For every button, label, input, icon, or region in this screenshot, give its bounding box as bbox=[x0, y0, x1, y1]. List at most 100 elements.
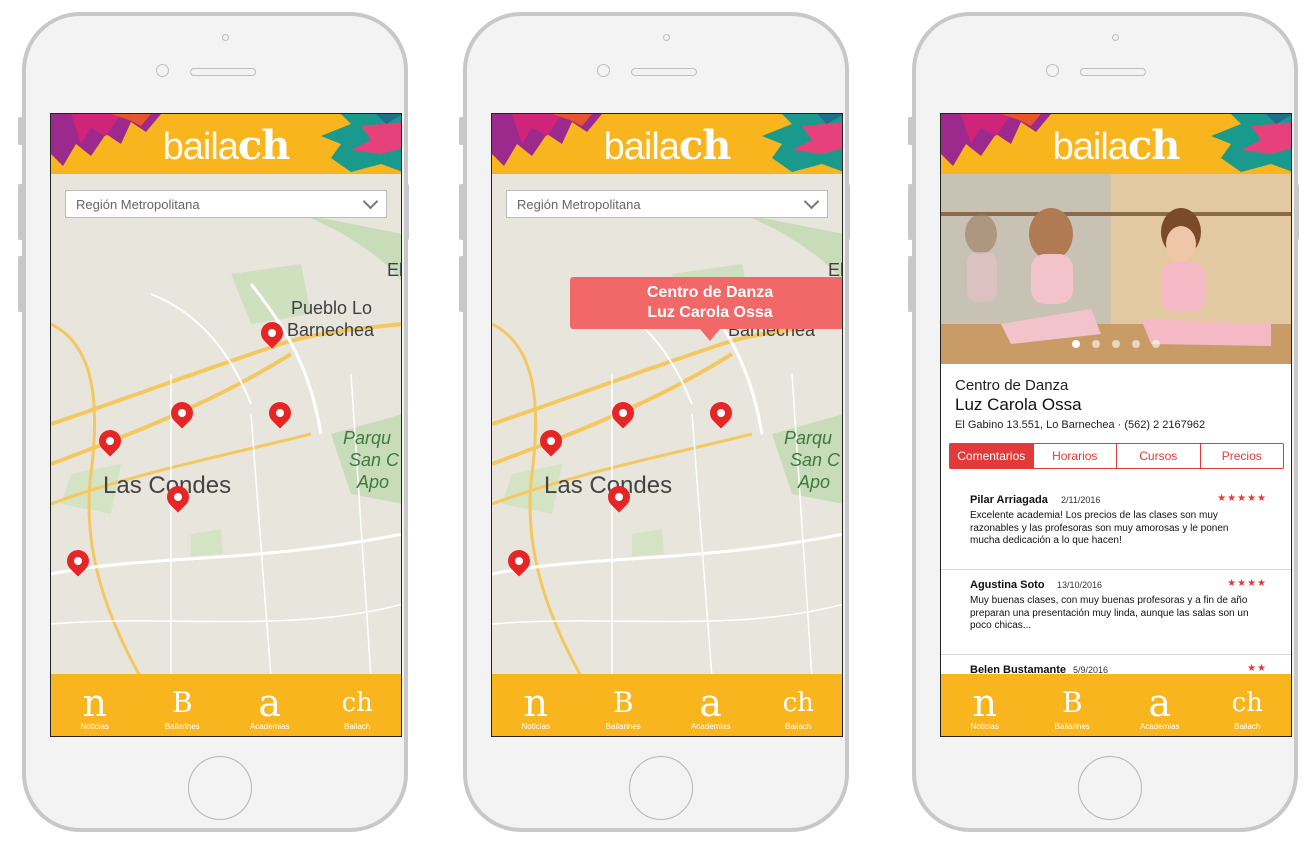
academy-photo-carousel[interactable] bbox=[941, 174, 1291, 364]
tab-label: Noticias bbox=[521, 722, 550, 731]
tooltip-line2: Luz Carola Ossa bbox=[647, 304, 773, 321]
tab-academias[interactable]: a Academias bbox=[1116, 674, 1204, 736]
bottom-tab-bar: n Noticias B Bailarines a Academias ch Baila… bbox=[941, 674, 1291, 736]
proximity-sensor bbox=[222, 34, 229, 41]
phone-frame: bailach bbox=[912, 12, 1298, 832]
screen: bailach bbox=[491, 113, 843, 737]
home-button[interactable] bbox=[1078, 756, 1142, 820]
review-text: Excelente academia! Los precios de las c… bbox=[970, 510, 1229, 546]
academy-tooltip[interactable]: Centro de Danza Luz Carola Ossa bbox=[570, 277, 842, 341]
bailarines-icon: B bbox=[171, 686, 193, 719]
tab-label: Bailarines bbox=[1054, 722, 1090, 731]
academy-address: El Gabino 13.551, Lo Barnechea · (562) 2… bbox=[955, 419, 1206, 431]
tab-noticias[interactable]: n Noticias bbox=[51, 674, 139, 736]
earpiece-speaker bbox=[1080, 68, 1146, 76]
screen: bailach bbox=[50, 113, 402, 737]
earpiece-speaker bbox=[631, 68, 697, 76]
tab-noticias[interactable]: n Noticias bbox=[941, 674, 1029, 736]
front-camera bbox=[156, 64, 169, 77]
carousel-pagination[interactable] bbox=[941, 340, 1291, 348]
map-view[interactable]: Región Metropolitana El Pueblo Lo Barnec… bbox=[51, 174, 401, 678]
tab-comentarios[interactable]: Comentarios bbox=[950, 444, 1033, 468]
tab-bailach[interactable]: ch Bailach bbox=[1204, 674, 1292, 736]
app-header: bailach bbox=[51, 114, 401, 174]
review-date: 13/10/2016 bbox=[1057, 580, 1103, 590]
review-date: 2/11/2016 bbox=[1061, 495, 1101, 505]
map-label-san: San C bbox=[790, 450, 841, 470]
map-label-parque: Parqu bbox=[343, 428, 392, 448]
carousel-dot[interactable] bbox=[1152, 340, 1160, 348]
tab-horarios[interactable]: Horarios bbox=[1032, 444, 1117, 468]
academy-details: Centro de Danza Luz Carola Ossa El Gabin… bbox=[941, 364, 1291, 676]
phone-academy-detail-screen: bailach Centro de Danza Luz Carola Ossa … bbox=[908, 12, 1306, 844]
map-label-apo: Apo bbox=[357, 472, 390, 492]
tab-cursos[interactable]: Cursos bbox=[1116, 444, 1200, 468]
logo-text-light: baila bbox=[162, 126, 239, 168]
tab-label: Academias bbox=[690, 722, 731, 731]
app-header: bailach bbox=[492, 114, 842, 174]
logo-text-bold: ch bbox=[678, 122, 731, 169]
logo-text-light: baila bbox=[1052, 126, 1129, 168]
dancers-photo bbox=[941, 174, 1291, 364]
home-button[interactable] bbox=[629, 756, 693, 820]
tab-label: Noticias bbox=[970, 722, 999, 731]
tab-label: Bailarines bbox=[164, 722, 200, 731]
proximity-sensor bbox=[663, 34, 670, 41]
region-select[interactable]: Región Metropolitana bbox=[65, 190, 387, 218]
map-label-barnechea: Barnechea bbox=[287, 320, 375, 340]
bailarines-icon: B bbox=[612, 686, 634, 719]
academias-icon: a bbox=[1148, 681, 1172, 725]
phone-frame: bailach bbox=[22, 12, 408, 832]
map-label-san: San C bbox=[349, 450, 400, 470]
carousel-dot[interactable] bbox=[1132, 340, 1140, 348]
tooltip-line1: Centro de Danza bbox=[646, 284, 774, 301]
star-rating-icon: ★★ bbox=[1247, 663, 1267, 674]
review-author: Agustina Soto bbox=[970, 579, 1045, 591]
tab-bailarines[interactable]: B Bailarines bbox=[580, 674, 668, 736]
academy-name-line2: Luz Carola Ossa bbox=[955, 395, 1082, 414]
star-rating-icon: ★★★★ bbox=[1227, 578, 1267, 589]
academy-name-line1: Centro de Danza bbox=[955, 377, 1069, 394]
tab-academias[interactable]: a Academias bbox=[667, 674, 755, 736]
tab-label: Academias bbox=[249, 722, 290, 731]
tab-bailach[interactable]: ch Bailach bbox=[755, 674, 843, 736]
chevron-down-icon bbox=[803, 193, 820, 210]
region-select-value: Región Metropolitana bbox=[517, 196, 641, 212]
carousel-dot[interactable] bbox=[1092, 340, 1100, 348]
app-header: bailach bbox=[941, 114, 1291, 174]
map-roads bbox=[492, 174, 842, 678]
bailach-icon: ch bbox=[341, 688, 373, 718]
region-select[interactable]: Región Metropolitana bbox=[506, 190, 828, 218]
phone-map-tooltip-screen: bailach Región Metropolitana E Barnechea… bbox=[459, 12, 857, 844]
carousel-dot[interactable] bbox=[1112, 340, 1120, 348]
tab-bailach[interactable]: ch Bailach bbox=[314, 674, 402, 736]
tab-bailarines[interactable]: B Bailarines bbox=[1029, 674, 1117, 736]
logo-text-bold: ch bbox=[1127, 122, 1180, 169]
app-logo: bailach bbox=[51, 122, 401, 169]
review-text: Muy buenas clases, con muy buenas profes… bbox=[970, 595, 1249, 631]
review-item: Agustina Soto 13/10/2016 ★★★★ Muy buenas… bbox=[941, 578, 1291, 655]
tab-bailarines[interactable]: B Bailarines bbox=[139, 674, 227, 736]
review-item: Pilar Arriagada 2/11/2016 ★★★★★ Excelent… bbox=[941, 493, 1291, 570]
noticias-icon: n bbox=[523, 681, 548, 725]
tab-academias[interactable]: a Academias bbox=[226, 674, 314, 736]
screen: bailach bbox=[940, 113, 1292, 737]
logo-text-bold: ch bbox=[237, 122, 290, 169]
map-view[interactable]: Región Metropolitana El Pueblo Lo Barnec… bbox=[492, 174, 842, 678]
front-camera bbox=[1046, 64, 1059, 77]
noticias-icon: n bbox=[82, 681, 107, 725]
carousel-dot[interactable] bbox=[1072, 340, 1080, 348]
review-author: Pilar Arriagada bbox=[970, 494, 1048, 506]
home-button[interactable] bbox=[188, 756, 252, 820]
chevron-down-icon bbox=[362, 193, 379, 210]
bailach-icon: ch bbox=[782, 688, 814, 718]
region-select-value: Región Metropolitana bbox=[76, 196, 200, 212]
tab-precios[interactable]: Precios bbox=[1199, 444, 1284, 468]
tab-noticias[interactable]: n Noticias bbox=[492, 674, 580, 736]
logo-text-light: baila bbox=[603, 126, 680, 168]
bottom-tab-bar: n Noticias B Bailarines a Academias ch Baila… bbox=[51, 674, 401, 736]
bottom-tab-bar: n Noticias B Bailarines a Academias ch Baila… bbox=[492, 674, 842, 736]
tooltip-tail bbox=[700, 329, 720, 341]
app-logo: bailach bbox=[492, 122, 842, 169]
phone-map-screen: bailach Región Metropolitana E Pueblo Lo… bbox=[18, 12, 416, 844]
